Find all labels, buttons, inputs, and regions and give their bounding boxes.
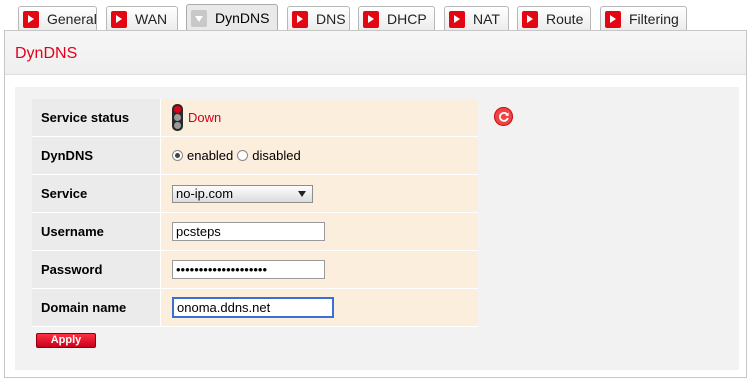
enabled-radio[interactable] [172,150,183,161]
service-status-value-cell: Down [161,99,478,137]
password-label: Password [32,251,161,289]
service-value-cell: no-ip.com [161,175,478,213]
tab-label: Filtering [629,11,679,27]
arrow-right-icon [363,11,379,28]
tab-nat[interactable]: NAT [444,6,509,30]
domain-name-value-cell [161,289,478,327]
arrow-right-icon [522,11,538,28]
service-select-value: no-ip.com [176,185,234,201]
dyndns-panel: DynDNS Service status Down DynDNS enable… [4,30,747,378]
panel-body: Service status Down DynDNS enabled disab… [15,87,739,370]
tab-label: Route [546,11,584,27]
refresh-icon [499,111,509,122]
row-password: Password [32,251,478,289]
arrow-right-icon [111,11,127,28]
domain-name-input[interactable] [172,297,334,318]
domain-name-label: Domain name [32,289,161,327]
disabled-radio[interactable] [237,150,249,161]
tab-label: DNS [316,11,346,27]
tab-label: DHCP [387,11,427,27]
tab-general[interactable]: General [18,6,97,30]
tab-bar: General WAN DynDNS DNS DHCP NAT Route Fi… [0,0,750,34]
arrow-right-icon [292,11,308,28]
row-service-status: Service status Down [32,99,478,137]
username-value-cell [161,213,478,251]
tab-dhcp[interactable]: DHCP [358,6,435,30]
service-status-label: Service status [32,99,161,137]
arrow-down-icon [191,10,207,27]
username-input[interactable] [172,222,325,241]
row-service: Service no-ip.com [32,175,478,213]
username-label: Username [32,213,161,251]
apply-button[interactable]: Apply [36,333,96,348]
traffic-light-icon [172,104,183,131]
password-input[interactable] [172,260,325,279]
tab-dns[interactable]: DNS [287,6,350,30]
arrow-right-icon [23,11,39,28]
caret-down-icon [298,190,306,197]
dyndns-form: Service status Down DynDNS enabled disab… [32,99,478,327]
page-title: DynDNS [15,45,78,62]
arrow-right-icon [449,11,465,28]
panel-header: DynDNS [5,31,746,75]
tab-label: General [47,11,97,27]
disabled-radio-label: disabled [252,148,301,163]
tab-label: DynDNS [215,10,270,26]
service-label: Service [32,175,161,213]
refresh-button[interactable] [494,107,513,126]
tab-route[interactable]: Route [517,6,591,30]
tab-label: NAT [473,11,500,27]
tab-dyndns[interactable]: DynDNS [186,4,278,31]
row-dyndns: DynDNS enabled disabled [32,137,478,175]
service-select[interactable]: no-ip.com [172,184,313,203]
password-value-cell [161,251,478,289]
service-status-text: Down [188,110,222,125]
enabled-radio-label: enabled [187,148,234,163]
arrow-right-icon [605,11,621,28]
row-username: Username [32,213,478,251]
row-domain-name: Domain name [32,289,478,327]
dyndns-label: DynDNS [32,137,161,175]
tab-label: WAN [135,11,168,27]
dyndns-value-cell: enabled disabled [161,137,478,175]
tab-filtering[interactable]: Filtering [600,6,687,30]
tab-wan[interactable]: WAN [106,6,178,30]
